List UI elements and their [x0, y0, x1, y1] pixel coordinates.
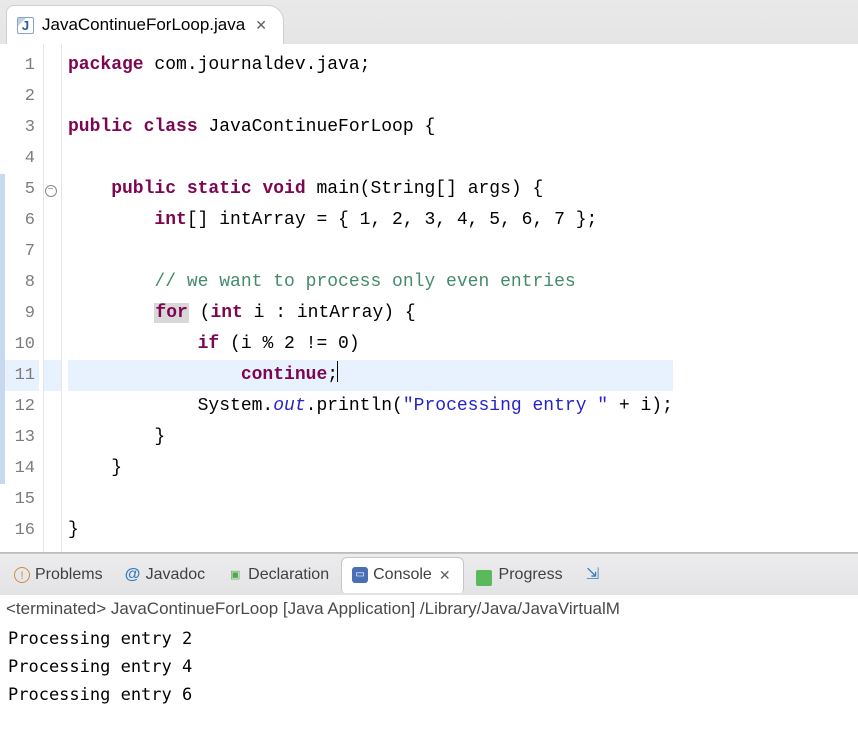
line-number: 12 — [0, 391, 39, 422]
fold-cell — [44, 360, 61, 391]
line-number: 5 — [0, 174, 39, 205]
console-icon: ▭ — [352, 567, 368, 583]
problems-icon: ! — [14, 567, 30, 583]
gutter: 12345678910111213141516 − — [0, 44, 62, 552]
change-marker — [0, 422, 5, 453]
change-marker — [0, 267, 5, 298]
change-marker — [0, 298, 5, 329]
line-number: 8 — [0, 267, 39, 298]
fold-toggle-icon[interactable]: − — [45, 185, 57, 197]
console-line: Processing entry 4 — [8, 653, 850, 681]
line-number: 3 — [0, 112, 39, 143]
line-number: 6 — [0, 205, 39, 236]
for-keyword: for — [154, 303, 188, 323]
line-number: 13 — [0, 422, 39, 453]
code-content[interactable]: package com.journaldev.java; public clas… — [62, 44, 673, 552]
change-marker — [0, 205, 5, 236]
fold-cell — [44, 267, 61, 298]
fold-cell: − — [44, 174, 61, 205]
line-number: 11 — [0, 360, 39, 391]
line-number: 2 — [0, 81, 39, 112]
fold-cell — [44, 81, 61, 112]
change-marker — [0, 453, 5, 484]
fold-cell — [44, 236, 61, 267]
line-number: 16 — [0, 515, 39, 546]
change-marker — [0, 236, 5, 267]
progress-icon — [476, 570, 486, 580]
change-marker — [0, 174, 5, 205]
close-icon[interactable]: ✕ — [253, 17, 269, 34]
javadoc-icon: @ — [125, 567, 141, 583]
fold-cell — [44, 329, 61, 360]
console-output[interactable]: Processing entry 2 Processing entry 4 Pr… — [0, 623, 858, 711]
change-marker — [0, 329, 5, 360]
fold-cell — [44, 515, 61, 546]
line-number: 7 — [0, 236, 39, 267]
line-number: 14 — [0, 453, 39, 484]
line-number: 10 — [0, 329, 39, 360]
console-line: Processing entry 6 — [8, 681, 850, 709]
tab-filename: JavaContinueForLoop.java — [42, 15, 245, 35]
text-cursor — [337, 361, 338, 382]
fold-cell — [44, 205, 61, 236]
fold-cell — [44, 484, 61, 515]
tab-console[interactable]: ▭ Console ✕ — [341, 557, 463, 593]
fold-cell — [44, 143, 61, 174]
pin-button[interactable]: ⇲ — [575, 561, 611, 589]
line-number: 4 — [0, 143, 39, 174]
tab-declaration[interactable]: ▣ Declaration — [217, 560, 339, 590]
current-line: continue; — [68, 360, 673, 391]
fold-cell — [44, 422, 61, 453]
line-number: 9 — [0, 298, 39, 329]
editor-tab-bar: J JavaContinueForLoop.java ✕ — [0, 0, 858, 44]
change-marker — [0, 360, 5, 391]
tab-problems[interactable]: ! Problems — [4, 560, 113, 590]
close-icon[interactable]: ✕ — [437, 567, 453, 584]
fold-cell — [44, 391, 61, 422]
line-number: 15 — [0, 484, 39, 515]
fold-cell — [44, 453, 61, 484]
code-editor[interactable]: 12345678910111213141516 − package com.jo… — [0, 44, 858, 553]
tab-javadoc[interactable]: @ Javadoc — [115, 560, 216, 590]
console-status: <terminated> JavaContinueForLoop [Java A… — [0, 595, 858, 623]
change-marker — [0, 391, 5, 422]
bottom-view-tabs: ! Problems @ Javadoc ▣ Declaration ▭ Con… — [0, 553, 858, 595]
fold-cell — [44, 112, 61, 143]
line-number: 1 — [0, 50, 39, 81]
java-file-icon: J — [17, 17, 34, 34]
editor-tab-active[interactable]: J JavaContinueForLoop.java ✕ — [6, 5, 284, 44]
pin-icon: ⇲ — [585, 567, 601, 583]
fold-cell — [44, 298, 61, 329]
console-line: Processing entry 2 — [8, 625, 850, 653]
declaration-icon: ▣ — [227, 567, 243, 583]
fold-cell — [44, 50, 61, 81]
tab-progress[interactable]: Progress — [466, 560, 573, 590]
